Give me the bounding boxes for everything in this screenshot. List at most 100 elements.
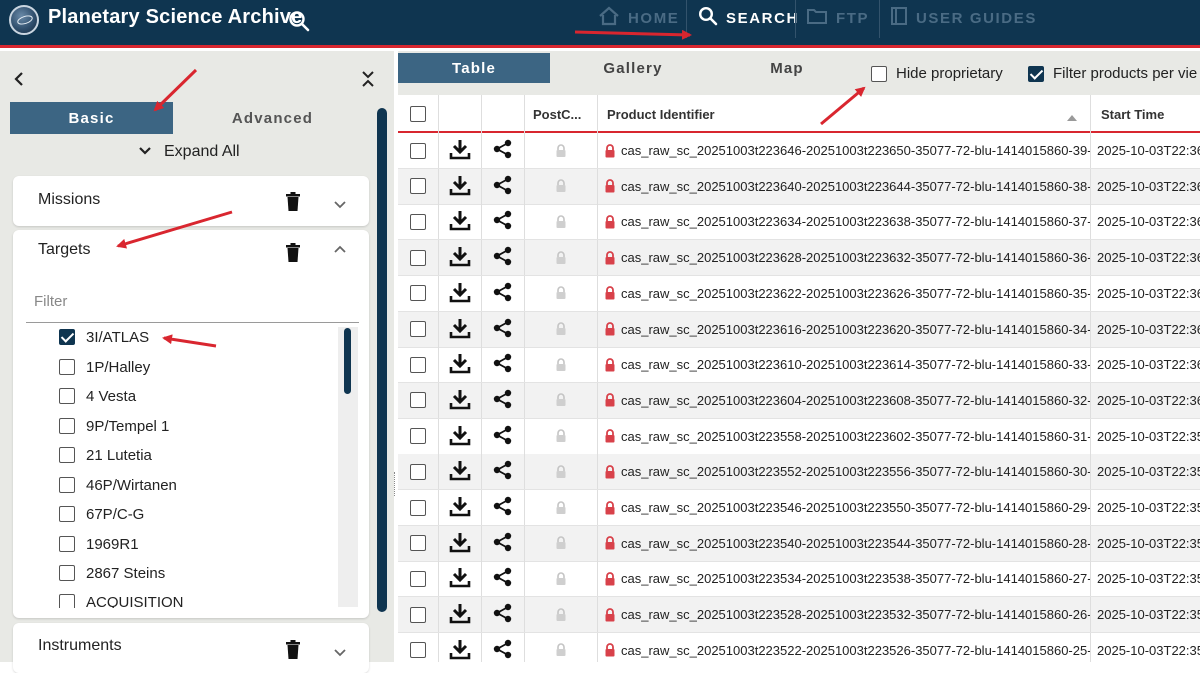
- row-checkbox[interactable]: [410, 535, 426, 552]
- target-item[interactable]: 46P/Wirtanen: [59, 473, 177, 497]
- target-checkbox[interactable]: [59, 477, 75, 493]
- share-icon[interactable]: [493, 210, 513, 233]
- product-identifier-cell[interactable]: cas_raw_sc_20251003t223610-20251003t2236…: [598, 347, 1091, 383]
- postcard-thumbnail[interactable]: [535, 354, 587, 376]
- target-item[interactable]: 4 Vesta: [59, 384, 136, 408]
- tab-advanced[interactable]: Advanced: [200, 102, 345, 134]
- download-icon[interactable]: [449, 602, 471, 627]
- filter-products-option[interactable]: Filter products per vie: [1028, 65, 1197, 82]
- postcard-thumbnail[interactable]: [535, 568, 587, 590]
- share-icon[interactable]: [493, 639, 513, 662]
- table-row[interactable]: cas_raw_sc_20251003t223558-20251003t2236…: [398, 418, 1200, 455]
- table-row[interactable]: cas_raw_sc_20251003t223646-20251003t2236…: [398, 133, 1200, 169]
- nav-search[interactable]: SEARCH: [698, 0, 799, 36]
- app-title[interactable]: Planetary Science Archive: [48, 6, 302, 29]
- product-identifier-cell[interactable]: cas_raw_sc_20251003t223646-20251003t2236…: [598, 133, 1091, 168]
- download-icon[interactable]: [449, 638, 471, 662]
- chevron-up-icon[interactable]: [333, 241, 347, 259]
- column-postcard[interactable]: PostC...: [525, 95, 598, 133]
- tab-basic[interactable]: Basic: [10, 102, 173, 134]
- target-checkbox[interactable]: [59, 565, 75, 581]
- table-row[interactable]: cas_raw_sc_20251003t223634-20251003t2236…: [398, 204, 1200, 241]
- nav-home[interactable]: HOME: [598, 0, 679, 36]
- table-row[interactable]: cas_raw_sc_20251003t223604-20251003t2236…: [398, 382, 1200, 419]
- target-item[interactable]: 1969R1: [59, 532, 139, 556]
- collapse-panel-icon[interactable]: [12, 71, 26, 92]
- search-icon[interactable]: [288, 10, 310, 37]
- target-item[interactable]: 1P/Halley: [59, 355, 150, 379]
- postcard-thumbnail[interactable]: [535, 497, 587, 519]
- target-item[interactable]: 9P/Tempel 1: [59, 414, 169, 438]
- target-checkbox[interactable]: [59, 359, 75, 375]
- row-checkbox[interactable]: [410, 178, 426, 195]
- product-identifier-cell[interactable]: cas_raw_sc_20251003t223546-20251003t2235…: [598, 490, 1091, 525]
- postcard-thumbnail[interactable]: [535, 247, 587, 269]
- download-icon[interactable]: [449, 352, 471, 377]
- product-identifier-cell[interactable]: cas_raw_sc_20251003t223528-20251003t2235…: [598, 597, 1091, 633]
- select-all-checkbox[interactable]: [410, 106, 426, 122]
- product-identifier-cell[interactable]: cas_raw_sc_20251003t223534-20251003t2235…: [598, 561, 1091, 597]
- target-checkbox[interactable]: [59, 506, 75, 522]
- hide-proprietary-option[interactable]: Hide proprietary: [871, 65, 1003, 82]
- share-icon[interactable]: [493, 425, 513, 448]
- share-icon[interactable]: [493, 282, 513, 305]
- tab-table[interactable]: Table: [398, 53, 550, 83]
- table-row[interactable]: cas_raw_sc_20251003t223616-20251003t2236…: [398, 311, 1200, 348]
- download-icon[interactable]: [449, 531, 471, 556]
- product-identifier-cell[interactable]: cas_raw_sc_20251003t223558-20251003t2236…: [598, 418, 1091, 454]
- share-icon[interactable]: [493, 318, 513, 341]
- postcard-thumbnail[interactable]: [535, 604, 587, 626]
- filter-panel-scrollbar[interactable]: [377, 108, 387, 612]
- nav-ftp[interactable]: FTP: [806, 0, 869, 36]
- hide-proprietary-checkbox[interactable]: [871, 65, 887, 82]
- postcard-thumbnail[interactable]: [535, 175, 587, 197]
- filter-products-checkbox[interactable]: [1028, 65, 1044, 82]
- row-checkbox[interactable]: [410, 392, 426, 409]
- download-icon[interactable]: [449, 566, 471, 591]
- product-identifier-cell[interactable]: cas_raw_sc_20251003t223616-20251003t2236…: [598, 311, 1091, 347]
- table-row[interactable]: cas_raw_sc_20251003t223552-20251003t2235…: [398, 454, 1200, 491]
- target-item[interactable]: 3I/ATLAS: [59, 327, 149, 349]
- download-icon[interactable]: [449, 174, 471, 199]
- download-icon[interactable]: [449, 459, 471, 484]
- postcard-thumbnail[interactable]: [535, 425, 587, 447]
- download-icon[interactable]: [449, 209, 471, 234]
- postcard-thumbnail[interactable]: [535, 282, 587, 304]
- share-icon[interactable]: [493, 567, 513, 590]
- download-icon[interactable]: [449, 138, 471, 163]
- postcard-thumbnail[interactable]: [535, 389, 587, 411]
- postcard-thumbnail[interactable]: [535, 140, 587, 162]
- table-row[interactable]: cas_raw_sc_20251003t223540-20251003t2235…: [398, 525, 1200, 562]
- target-checkbox[interactable]: [59, 536, 75, 552]
- sort-ascending-icon[interactable]: [1066, 110, 1078, 125]
- table-row[interactable]: cas_raw_sc_20251003t223546-20251003t2235…: [398, 490, 1200, 526]
- table-row[interactable]: cas_raw_sc_20251003t223534-20251003t2235…: [398, 561, 1200, 598]
- column-start-time[interactable]: Start Time: [1091, 95, 1200, 133]
- table-row[interactable]: cas_raw_sc_20251003t223522-20251003t2235…: [398, 632, 1200, 662]
- download-icon[interactable]: [449, 388, 471, 413]
- target-checkbox[interactable]: [59, 594, 75, 608]
- share-icon[interactable]: [493, 246, 513, 269]
- tab-gallery[interactable]: Gallery: [558, 53, 708, 83]
- row-checkbox[interactable]: [410, 570, 426, 587]
- share-icon[interactable]: [493, 353, 513, 376]
- share-icon[interactable]: [493, 139, 513, 162]
- postcard-thumbnail[interactable]: [535, 461, 587, 483]
- row-checkbox[interactable]: [410, 213, 426, 230]
- product-identifier-cell[interactable]: cas_raw_sc_20251003t223540-20251003t2235…: [598, 525, 1091, 561]
- target-item[interactable]: 2867 Steins: [59, 561, 165, 585]
- trash-icon[interactable]: [285, 640, 301, 664]
- tab-map[interactable]: Map: [714, 53, 860, 83]
- postcard-thumbnail[interactable]: [535, 532, 587, 554]
- share-icon[interactable]: [493, 175, 513, 198]
- row-checkbox[interactable]: [410, 606, 426, 623]
- expand-all-button[interactable]: Expand All: [138, 143, 240, 161]
- row-checkbox[interactable]: [410, 285, 426, 302]
- download-icon[interactable]: [449, 281, 471, 306]
- target-checkbox[interactable]: [59, 329, 75, 345]
- target-checkbox[interactable]: [59, 388, 75, 404]
- chevron-down-icon[interactable]: [333, 645, 347, 663]
- target-checkbox[interactable]: [59, 447, 75, 463]
- trash-icon[interactable]: [285, 243, 301, 267]
- instruments-title[interactable]: Instruments: [38, 637, 122, 655]
